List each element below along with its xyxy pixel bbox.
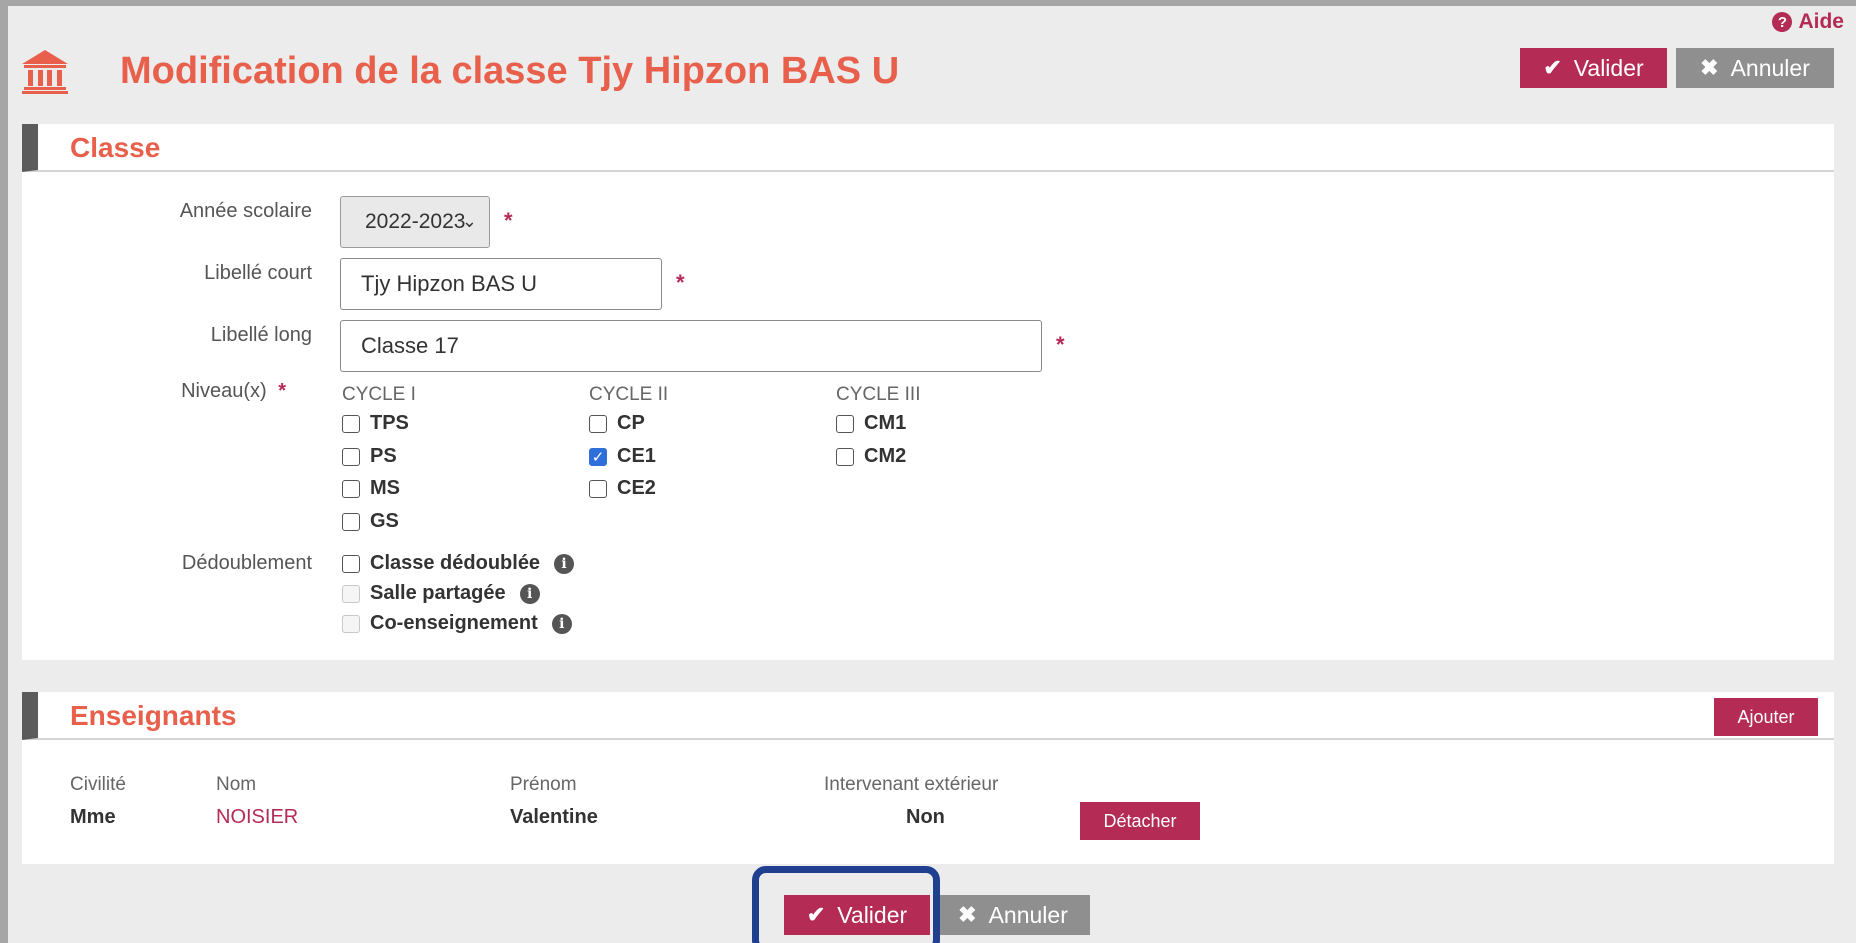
level-label: CM2: [864, 445, 907, 467]
enseignants-section-title: Enseignants: [70, 700, 237, 731]
column-header-intervenant: Intervenant extérieur: [824, 774, 999, 795]
niveaux-label: Niveau(x) *: [26, 380, 286, 403]
close-icon: ✖: [958, 902, 977, 927]
level-checkbox-cm2[interactable]: CM2: [836, 445, 906, 468]
annuler-button-top[interactable]: ✖ Annuler: [1676, 48, 1834, 88]
classe-panel: Classe Année scolaire 2022-2023 ⌄ * Libe…: [22, 124, 1834, 660]
required-mark: *: [676, 270, 685, 295]
app-window: ? Aide Modification de la classe Tjy Hip…: [8, 6, 1856, 943]
annuler-button-bottom[interactable]: ✖ Annuler: [936, 895, 1090, 935]
check-icon: ✔: [806, 902, 826, 927]
level-label: TPS: [370, 412, 409, 434]
salle-partagee-checkbox: Salle partagée i: [342, 582, 540, 605]
libelle-long-label: Libellé long: [210, 324, 312, 346]
level-checkbox-tps[interactable]: TPS: [342, 412, 409, 435]
classe-panel-header: Classe: [22, 124, 1834, 172]
enseignants-panel-header: Enseignants Ajouter: [22, 692, 1834, 740]
info-icon[interactable]: i: [551, 613, 572, 634]
valider-button-bottom[interactable]: ✔ Valider: [784, 895, 930, 935]
level-checkbox-cm1[interactable]: CM1: [836, 412, 906, 435]
level-checkbox-ce2[interactable]: CE2: [589, 477, 656, 500]
cell-nom: NOISIER: [216, 806, 299, 828]
checkbox-disabled: [342, 614, 360, 633]
school-building-icon: [22, 50, 68, 94]
chevron-down-icon: ⌄: [461, 211, 477, 231]
info-icon[interactable]: i: [554, 553, 575, 574]
required-mark: *: [278, 380, 286, 402]
column-header-civilite: Civilité: [70, 774, 126, 795]
page-title: Modification de la classe Tjy Hipzon BAS…: [120, 50, 900, 92]
level-checkbox-cp[interactable]: CP: [589, 412, 645, 435]
checkbox-box[interactable]: [589, 479, 607, 498]
option-label: Classe dédoublée: [370, 552, 541, 574]
cell-prenom: Valentine: [510, 806, 598, 828]
level-checkbox-gs[interactable]: GS: [342, 510, 399, 533]
level-label: CE2: [617, 477, 656, 499]
info-icon[interactable]: i: [519, 583, 540, 604]
checkbox-box[interactable]: [589, 414, 607, 433]
level-label: CM1: [864, 412, 907, 434]
annee-label: Année scolaire: [179, 200, 312, 222]
checkbox-box[interactable]: [342, 512, 360, 531]
level-checkbox-ce1[interactable]: ✓ CE1: [589, 445, 656, 468]
checkbox-box[interactable]: [836, 414, 854, 433]
level-checkbox-ms[interactable]: MS: [342, 477, 400, 500]
level-label: MS: [370, 477, 400, 499]
annee-value: 2022-2023: [365, 210, 466, 233]
cycle-3-title: CYCLE III: [836, 384, 921, 405]
checkbox-box[interactable]: [836, 447, 854, 466]
checkbox-box[interactable]: [342, 479, 360, 498]
column-header-prenom: Prénom: [510, 774, 577, 795]
ajouter-button[interactable]: Ajouter: [1714, 698, 1818, 736]
classe-dedoublee-checkbox[interactable]: Classe dédoublée i: [342, 552, 575, 575]
required-mark: *: [504, 208, 513, 233]
dedoublement-label: Dédoublement: [181, 552, 312, 574]
option-label: Co-enseignement: [370, 612, 538, 634]
libelle-long-input[interactable]: [340, 320, 1042, 372]
required-mark: *: [1056, 332, 1065, 357]
detacher-button[interactable]: Détacher: [1080, 802, 1200, 840]
libelle-court-input[interactable]: [340, 258, 662, 310]
enseignants-panel: Enseignants Ajouter Civilité Nom Prénom …: [22, 692, 1834, 864]
level-label: GS: [370, 510, 399, 532]
checkbox-box[interactable]: [342, 414, 360, 433]
annee-select[interactable]: 2022-2023 ⌄: [340, 196, 490, 248]
valider-label: Valider: [837, 901, 908, 928]
cell-civilite: Mme: [70, 806, 116, 828]
valider-button-top[interactable]: ✔ Valider: [1520, 48, 1667, 88]
level-checkbox-ps[interactable]: PS: [342, 445, 397, 468]
level-label: CP: [617, 412, 645, 434]
level-label: CE1: [617, 445, 656, 467]
valider-label: Valider: [1573, 54, 1644, 81]
cycle-2-title: CYCLE II: [589, 384, 669, 405]
classe-section-title: Classe: [70, 132, 161, 163]
co-enseignement-checkbox: Co-enseignement i: [342, 612, 572, 635]
annuler-label: Annuler: [1730, 54, 1810, 81]
checkbox-disabled: [342, 584, 360, 603]
help-link[interactable]: ? Aide: [1772, 10, 1844, 34]
question-icon: ?: [1772, 12, 1793, 32]
cell-intervenant: Non: [906, 806, 945, 828]
cycle-1-title: CYCLE I: [342, 384, 416, 405]
niveaux-label-text: Niveau(x): [181, 380, 267, 402]
column-header-nom: Nom: [216, 774, 257, 795]
checkbox-checked[interactable]: ✓: [589, 447, 607, 466]
annuler-label: Annuler: [988, 901, 1068, 928]
help-label: Aide: [1798, 10, 1844, 33]
close-icon: ✖: [1700, 55, 1719, 80]
option-label: Salle partagée: [370, 582, 506, 604]
libelle-court-label: Libellé court: [204, 262, 312, 284]
checkbox-box[interactable]: [342, 447, 360, 466]
level-label: PS: [370, 445, 397, 467]
check-icon: ✔: [1543, 55, 1562, 80]
checkbox-box[interactable]: [342, 554, 360, 573]
